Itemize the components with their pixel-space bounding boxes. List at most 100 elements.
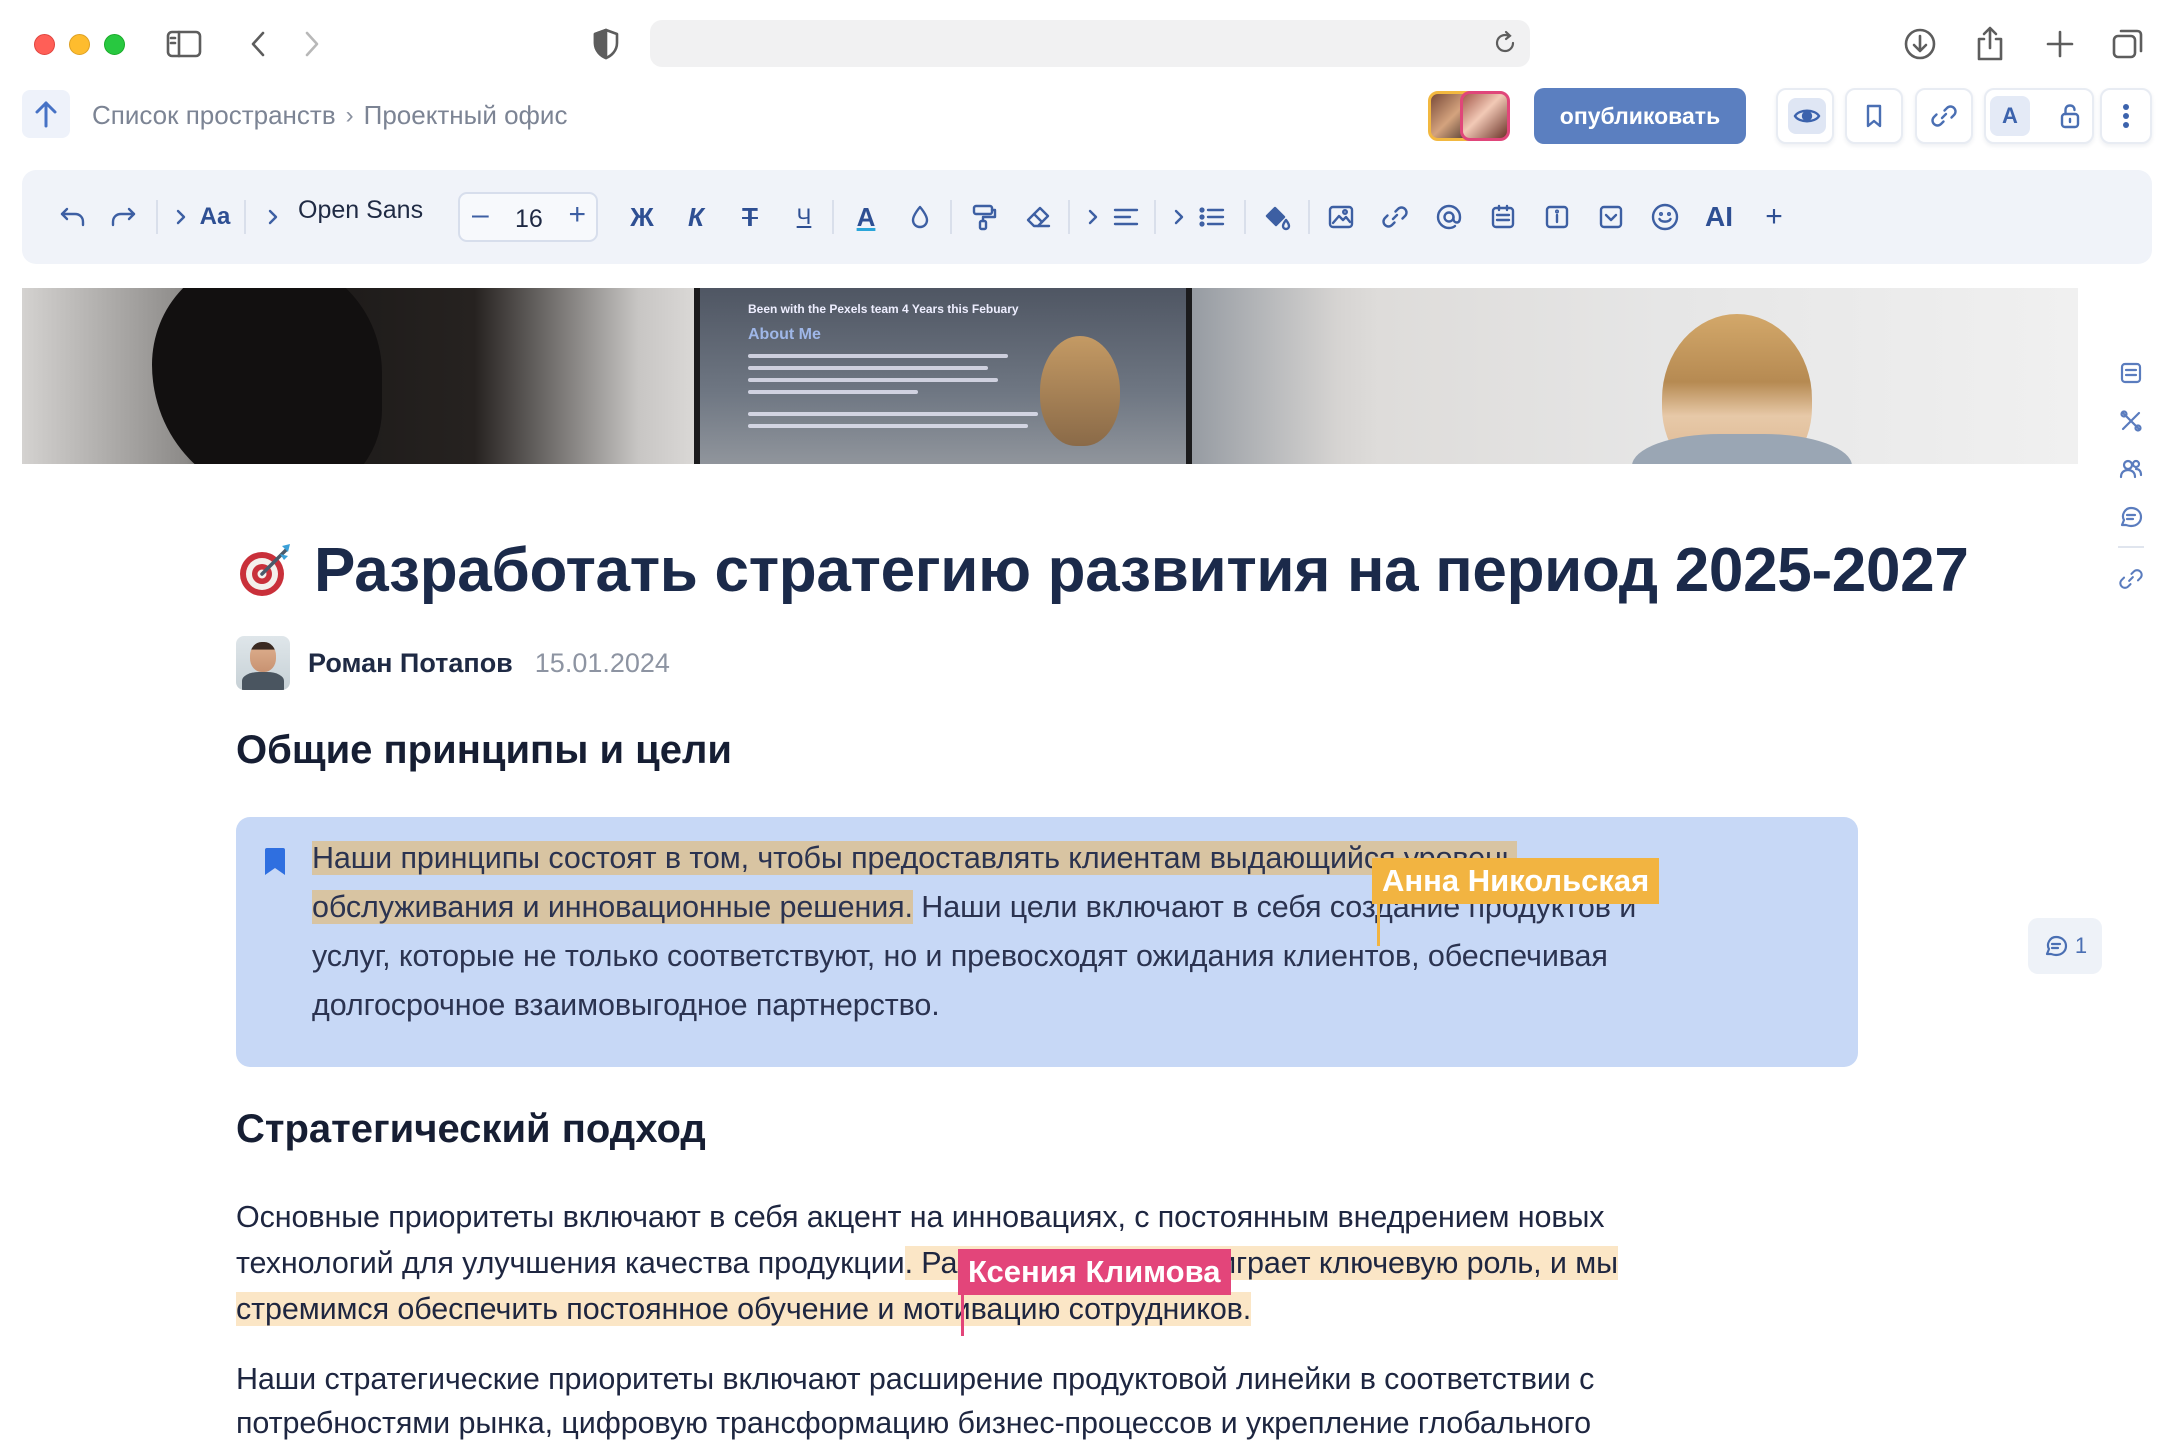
fill-bucket-icon[interactable] bbox=[1258, 195, 1296, 239]
breadcrumb-item-spaces[interactable]: Список пространств bbox=[92, 100, 336, 131]
breadcrumb-separator: › bbox=[345, 101, 354, 129]
collaborator-cursor-ksenia: Ксения Климова bbox=[958, 1249, 1231, 1295]
tab-overview-icon[interactable] bbox=[2106, 22, 2150, 66]
eye-icon bbox=[1788, 98, 1826, 134]
cover-screen-title: Been with the Pexels team 4 Years this F… bbox=[748, 302, 1019, 316]
callout-block[interactable]: Наши принципы состоят в том, чтобы предо… bbox=[236, 817, 1858, 1067]
address-bar[interactable] bbox=[650, 20, 1530, 67]
bookmark-icon bbox=[1866, 104, 1882, 128]
ai-assistant-button[interactable]: AI bbox=[1698, 195, 1740, 239]
underline-button[interactable]: Ч bbox=[786, 195, 822, 239]
callout-line: долгосрочное взаимовыгодное партнерство. bbox=[312, 988, 940, 1022]
cover-screen-line bbox=[748, 354, 1008, 358]
highlighted-text: мотивацию сотрудников. bbox=[894, 1292, 1252, 1326]
publish-button[interactable]: опубликовать bbox=[1534, 88, 1746, 144]
mention-icon[interactable] bbox=[1430, 195, 1468, 239]
window-zoom-button[interactable] bbox=[104, 34, 125, 55]
paragraph-line[interactable]: технологий для улучшения качества продук… bbox=[236, 1246, 1618, 1281]
link-icon[interactable] bbox=[1376, 195, 1414, 239]
bold-button[interactable]: Ж bbox=[624, 195, 660, 239]
comment-count-badge[interactable]: 1 bbox=[2028, 918, 2102, 974]
bookmark-icon bbox=[262, 847, 288, 877]
avatar-ksenia[interactable] bbox=[1460, 91, 1510, 141]
cover-image[interactable]: Been with the Pexels team 4 Years this F… bbox=[22, 288, 2078, 464]
callout-line: Наши принципы состоят в том, чтобы предо… bbox=[312, 841, 1518, 876]
copy-link-button[interactable] bbox=[1915, 88, 1973, 144]
toolbar-separator bbox=[950, 200, 952, 234]
collaborator-cursor-anna: Анна Никольская bbox=[1372, 858, 1660, 904]
redo-icon[interactable] bbox=[104, 195, 144, 239]
target-icon[interactable] bbox=[236, 540, 296, 600]
reload-icon[interactable] bbox=[1492, 30, 1518, 56]
up-arrow-button[interactable] bbox=[22, 90, 70, 138]
italic-button[interactable]: К bbox=[678, 195, 714, 239]
members-icon[interactable] bbox=[2118, 456, 2146, 484]
outline-icon[interactable] bbox=[2118, 360, 2146, 388]
info-block-icon[interactable] bbox=[1538, 195, 1576, 239]
image-icon[interactable] bbox=[1322, 195, 1360, 239]
toolbar-separator bbox=[244, 200, 246, 234]
cover-speaker-jacket bbox=[1632, 434, 1852, 464]
cover-screen-line bbox=[748, 378, 998, 382]
font-size-decrease-button[interactable]: – bbox=[472, 198, 489, 232]
paragraph-line[interactable]: Основные приоритеты включают в себя акце… bbox=[236, 1200, 1605, 1235]
template-icon[interactable] bbox=[1484, 195, 1522, 239]
cover-screen-line bbox=[748, 424, 1028, 428]
window-minimize-button[interactable] bbox=[69, 34, 90, 55]
cover-screen-line bbox=[748, 412, 1038, 416]
section-heading-principles[interactable]: Общие принципы и цели bbox=[236, 728, 732, 773]
section-heading-strategy[interactable]: Стратегический подход bbox=[236, 1107, 706, 1152]
comments-icon[interactable] bbox=[2118, 504, 2146, 532]
callout-line: услуг, которые не только соответствуют, … bbox=[312, 939, 1608, 973]
font-family-select[interactable]: Open Sans bbox=[298, 196, 423, 225]
avatar[interactable] bbox=[236, 636, 290, 690]
document-title-row: Разработать стратегию развития на период… bbox=[236, 534, 2036, 606]
font-size-value[interactable]: 16 bbox=[515, 205, 543, 234]
droplet-icon[interactable] bbox=[902, 195, 938, 239]
shield-icon[interactable] bbox=[584, 22, 628, 66]
downloads-icon[interactable] bbox=[1898, 22, 1942, 66]
bullet-list-icon[interactable] bbox=[1194, 195, 1230, 239]
cover-screen-heading: About Me bbox=[748, 326, 821, 343]
chevron-right-icon[interactable] bbox=[170, 195, 192, 239]
lock-button[interactable] bbox=[2041, 88, 2099, 144]
preview-toggle[interactable] bbox=[1776, 88, 1834, 144]
author-row: Роман Потапов 15.01.2024 bbox=[236, 636, 670, 690]
eraser-icon[interactable] bbox=[1020, 195, 1056, 239]
tools-icon[interactable] bbox=[2118, 408, 2146, 436]
forward-chevron-icon[interactable] bbox=[290, 22, 334, 66]
share-icon[interactable] bbox=[1968, 22, 2012, 66]
font-size-increase-button[interactable]: + bbox=[568, 198, 586, 232]
sidebar-toggle-icon[interactable] bbox=[162, 22, 206, 66]
link-icon[interactable] bbox=[2118, 566, 2146, 594]
paragraph-line[interactable]: стремимся обеспечить постоянное обучение… bbox=[236, 1292, 1251, 1327]
browser-chrome bbox=[0, 0, 2172, 88]
chevron-right-icon[interactable] bbox=[1082, 195, 1104, 239]
bookmark-button[interactable] bbox=[1845, 88, 1903, 144]
cover-presentation-screen: Been with the Pexels team 4 Years this F… bbox=[694, 288, 1192, 464]
text-style-button[interactable]: Aa bbox=[194, 195, 236, 239]
font-settings-button[interactable]: A bbox=[1990, 96, 2030, 136]
strikethrough-button[interactable]: Т bbox=[732, 195, 768, 239]
collaborator-avatars[interactable] bbox=[1428, 91, 1510, 141]
toolbar-separator bbox=[1244, 200, 1246, 234]
text-color-button[interactable]: A bbox=[848, 195, 884, 239]
new-tab-icon[interactable] bbox=[2038, 22, 2082, 66]
breadcrumb-item-project-office[interactable]: Проектный офис bbox=[364, 100, 568, 131]
paragraph-line[interactable]: Наши стратегические приоритеты включают … bbox=[236, 1362, 1594, 1397]
window-close-button[interactable] bbox=[34, 34, 55, 55]
undo-icon[interactable] bbox=[52, 195, 92, 239]
chevron-right-icon[interactable] bbox=[262, 195, 284, 239]
align-left-icon[interactable] bbox=[1108, 195, 1144, 239]
page-title[interactable]: Разработать стратегию развития на период… bbox=[314, 535, 1969, 606]
paragraph-line[interactable]: потребностями рынка, цифровую трансформа… bbox=[236, 1406, 1591, 1441]
format-painter-icon[interactable] bbox=[966, 195, 1002, 239]
more-menu-button[interactable] bbox=[2100, 88, 2152, 144]
back-chevron-icon[interactable] bbox=[236, 22, 280, 66]
chevron-right-icon[interactable] bbox=[1168, 195, 1190, 239]
author-name[interactable]: Роман Потапов bbox=[308, 648, 513, 679]
emoji-icon[interactable] bbox=[1646, 195, 1684, 239]
toggle-block-icon[interactable] bbox=[1592, 195, 1630, 239]
more-tools-button[interactable]: + bbox=[1756, 195, 1792, 239]
comment-count: 1 bbox=[2074, 933, 2088, 958]
